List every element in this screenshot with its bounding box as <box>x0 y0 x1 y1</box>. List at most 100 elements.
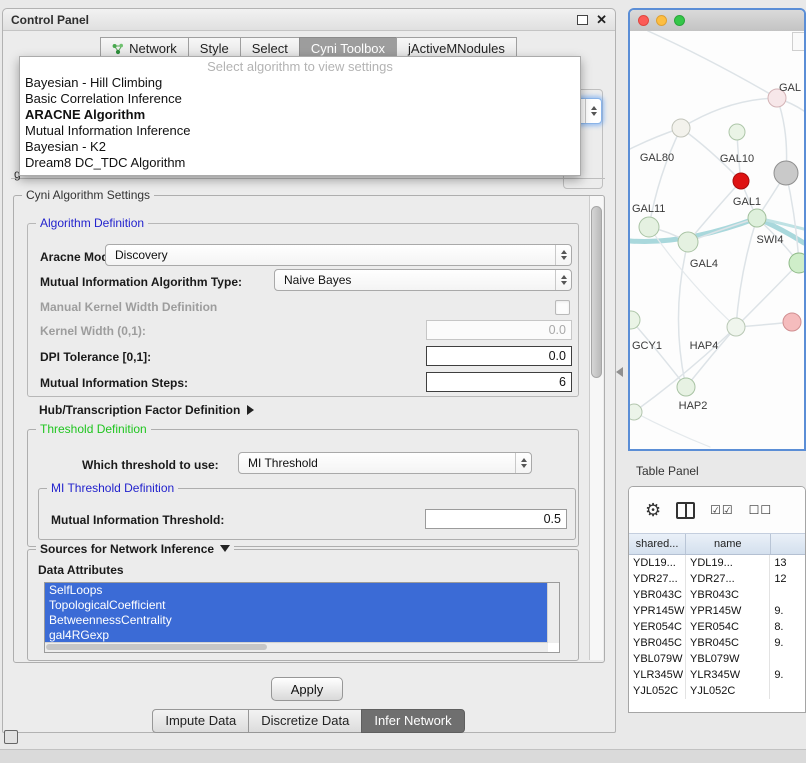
threshold-definition-group: Threshold Definition Which threshold to … <box>27 429 579 547</box>
column-header[interactable]: name <box>686 534 771 554</box>
apply-button[interactable]: Apply <box>271 677 343 701</box>
which-threshold-select[interactable]: MI Threshold <box>238 452 532 474</box>
bottom-tab-impute-data[interactable]: Impute Data <box>152 709 249 733</box>
table-panel-window: ⚙ ☑☑ ☐☐ shared...name YDL19...YDL19...13YD… <box>628 486 806 713</box>
network-node[interactable] <box>672 119 690 137</box>
table-cell: YJL052C <box>629 683 686 699</box>
network-edge[interactable] <box>678 242 688 387</box>
network-node[interactable] <box>678 232 698 252</box>
docked-panel-icon[interactable] <box>4 730 18 744</box>
sources-group-title[interactable]: Sources for Network Inference <box>36 542 234 556</box>
algorithm-option[interactable]: Bayesian - Hill Climbing <box>20 75 580 91</box>
columns-icon[interactable] <box>676 502 695 519</box>
table-row[interactable]: YDR27...YDR27...12 <box>629 571 805 587</box>
algorithm-dropdown-placeholder: Select algorithm to view settings <box>20 58 580 75</box>
network-edge[interactable] <box>686 327 736 387</box>
network-node[interactable] <box>630 311 640 329</box>
scrollbar-thumb[interactable] <box>46 644 267 650</box>
table-cell: YDL19... <box>686 555 770 571</box>
manual-kernel-checkbox[interactable] <box>555 300 570 315</box>
data-attributes-list[interactable]: SelfLoopsTopologicalCoefficientBetweenne… <box>44 582 560 653</box>
combo-stepper-icon <box>515 453 531 473</box>
bottom-tab-discretize-data[interactable]: Discretize Data <box>248 709 362 733</box>
table-cell: YJL052C <box>686 683 770 699</box>
panel-title: Control Panel <box>11 13 89 27</box>
sources-title-text: Sources for Network Inference <box>40 542 214 556</box>
table-row[interactable]: YBL079WYBL079W <box>629 651 805 667</box>
hub-definition-label: Hub/Transcription Factor Definition <box>39 403 240 417</box>
mi-type-select[interactable]: Naive Bayes <box>274 269 572 291</box>
table-cell <box>770 587 805 603</box>
table-cell: YLR345W <box>629 667 686 683</box>
mi-threshold-field[interactable]: 0.5 <box>425 509 567 529</box>
network-window-titlebar[interactable] <box>630 10 804 32</box>
sources-group: Sources for Network Inference Data Attri… <box>27 549 579 661</box>
network-node[interactable] <box>677 378 695 396</box>
network-node[interactable] <box>789 253 804 273</box>
float-window-icon[interactable] <box>577 15 588 25</box>
table-cell: YPR145W <box>629 603 686 619</box>
table-body: YDL19...YDL19...13YDR27...YDR27...12YBR0… <box>629 555 805 699</box>
gear-icon[interactable]: ⚙ <box>645 501 661 519</box>
table-cell: YDR27... <box>686 571 770 587</box>
algorithm-option[interactable]: Mutual Information Inference <box>20 123 580 139</box>
hub-definition-expander[interactable]: Hub/Transcription Factor Definition <box>39 403 254 417</box>
network-canvas[interactable]: GALGAL80GAL10GAL11GAL1SWI4GAL4GCY1HAP4HA… <box>630 31 804 449</box>
attribute-item[interactable]: BetweennessCentrality <box>45 613 548 628</box>
table-cell: 9. <box>770 603 805 619</box>
list-vertical-scrollbar[interactable] <box>547 583 559 643</box>
network-graph[interactable]: GALGAL80GAL10GAL11GAL1SWI4GAL4GCY1HAP4HA… <box>630 31 804 449</box>
settings-scrollbar-thumb[interactable] <box>591 206 602 378</box>
network-edge[interactable] <box>631 320 686 387</box>
select-all-icon[interactable]: ☑☑ <box>710 503 734 517</box>
table-row[interactable]: YLR345WYLR345W9. <box>629 667 805 683</box>
collapse-arrow-icon <box>220 545 230 552</box>
bottom-tab-infer-network[interactable]: Infer Network <box>361 709 464 733</box>
network-node[interactable] <box>783 313 801 331</box>
network-edge[interactable] <box>681 98 777 128</box>
network-node[interactable] <box>639 217 659 237</box>
algorithm-option[interactable]: ARACNE Algorithm <box>20 107 580 123</box>
network-edge[interactable] <box>634 412 710 447</box>
dpi-tolerance-label: DPI Tolerance [0,1]: <box>40 350 151 364</box>
mi-steps-field[interactable]: 6 <box>426 372 572 392</box>
column-header[interactable] <box>771 534 805 554</box>
attribute-item[interactable]: gal4RGexp <box>45 628 548 643</box>
node-label: GAL <box>779 82 801 94</box>
network-edge[interactable] <box>736 218 757 327</box>
algorithm-option[interactable]: Bayesian - K2 <box>20 139 580 155</box>
column-header[interactable]: shared... <box>629 534 686 554</box>
network-node[interactable] <box>729 124 745 140</box>
algorithm-option[interactable]: Basic Correlation Inference <box>20 91 580 107</box>
close-icon[interactable]: ✕ <box>596 14 607 26</box>
table-row[interactable]: YDL19...YDL19...13 <box>629 555 805 571</box>
panel-splitter-arrow-icon[interactable] <box>616 367 623 377</box>
close-traffic-light[interactable] <box>638 15 649 26</box>
attribute-item[interactable]: TopologicalCoefficient <box>45 598 548 613</box>
zoom-traffic-light[interactable] <box>674 15 685 26</box>
table-row[interactable]: YJL052CYJL052C <box>629 683 805 699</box>
control-panel-titlebar[interactable]: Control Panel ✕ <box>3 9 615 31</box>
aracne-mode-select[interactable]: Discovery <box>105 244 572 266</box>
list-horizontal-scrollbar[interactable] <box>45 642 548 652</box>
table-cell <box>770 683 805 699</box>
table-row[interactable]: YPR145WYPR145W9. <box>629 603 805 619</box>
network-view-window[interactable]: GALGAL80GAL10GAL11GAL1SWI4GAL4GCY1HAP4HA… <box>628 8 806 451</box>
aracne-mode-value: Discovery <box>106 248 555 262</box>
table-row[interactable]: YER054CYER054C8. <box>629 619 805 635</box>
network-edge[interactable] <box>648 31 777 98</box>
table-row[interactable]: YBR045CYBR045C9. <box>629 635 805 651</box>
settings-scrollbar[interactable] <box>589 196 603 660</box>
network-node[interactable] <box>748 209 766 227</box>
network-node[interactable] <box>774 161 798 185</box>
kernel-width-field[interactable]: 0.0 <box>426 320 572 340</box>
algorithm-option[interactable]: Dream8 DC_TDC Algorithm <box>20 155 580 171</box>
network-node[interactable] <box>630 404 642 420</box>
table-row[interactable]: YBR043CYBR043C <box>629 587 805 603</box>
minimize-traffic-light[interactable] <box>656 15 667 26</box>
network-node[interactable] <box>727 318 745 336</box>
dpi-tolerance-field[interactable]: 0.0 <box>426 346 572 366</box>
attribute-item[interactable]: SelfLoops <box>45 583 548 598</box>
deselect-all-icon[interactable]: ☐☐ <box>749 503 773 517</box>
network-node[interactable] <box>733 173 749 189</box>
